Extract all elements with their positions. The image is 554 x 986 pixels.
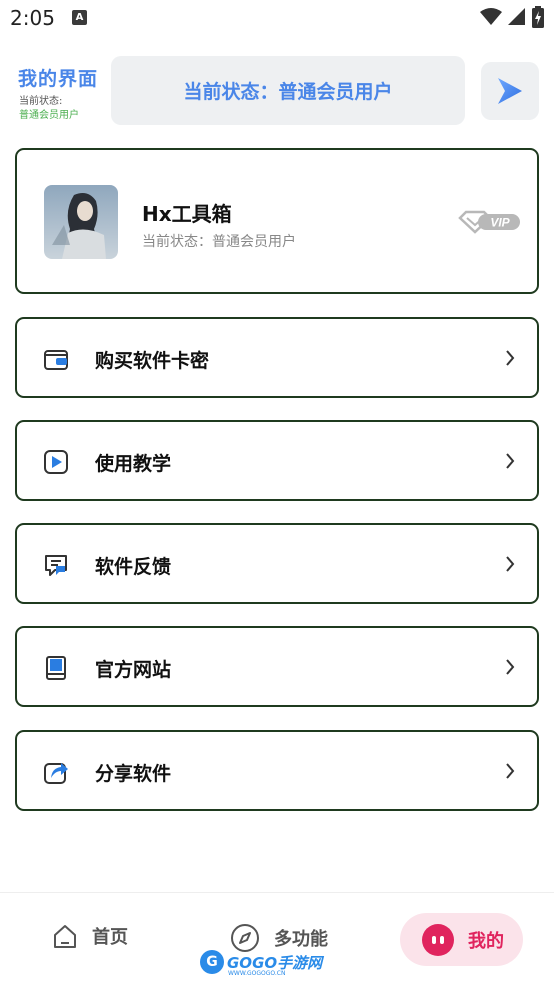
- header-status-label: 当前状态:: [19, 96, 63, 107]
- menu-item-buy-key[interactable]: 购买软件卡密: [15, 317, 539, 398]
- vip-badge: VIP: [458, 210, 522, 238]
- chevron-right-icon: [506, 763, 515, 779]
- vip-badge-text: VIP: [490, 216, 510, 230]
- header-status-value: 普通会员用户: [19, 110, 79, 121]
- status-banner: 当前状态：普通会员用户: [111, 56, 465, 125]
- chevron-right-icon: [506, 350, 515, 366]
- play-button[interactable]: [481, 62, 539, 120]
- avatar: [44, 185, 118, 259]
- menu-item-tutorial[interactable]: 使用教学: [15, 420, 539, 501]
- bottom-nav: 首页 多功能 我的 G GOGO手游网 WWW.GOGOGO.CN: [0, 893, 554, 986]
- play-icon: [498, 78, 522, 104]
- system-icons: [480, 6, 544, 28]
- menu-item-label: 分享软件: [95, 763, 172, 785]
- notification-icon: A: [72, 10, 87, 25]
- watermark-logo: G GOGO手游网 WWW.GOGOGO.CN: [200, 950, 322, 977]
- menu-item-label: 官方网站: [95, 659, 172, 681]
- chevron-right-icon: [506, 659, 515, 675]
- message-icon: [45, 555, 67, 576]
- share-icon: [44, 763, 68, 784]
- menu-item-share[interactable]: 分享软件: [15, 730, 539, 811]
- status-bar: 2:05 A: [0, 0, 554, 38]
- nav-mine-label: 我的: [468, 930, 504, 952]
- wallet-icon: [44, 350, 68, 370]
- mine-icon: [422, 923, 454, 956]
- nav-mine[interactable]: 我的: [400, 913, 523, 966]
- vip-diamond-icon: VIP: [458, 210, 520, 234]
- nav-multifunction[interactable]: 多功能: [230, 923, 328, 953]
- menu-item-feedback[interactable]: 软件反馈: [15, 523, 539, 604]
- menu-item-label: 软件反馈: [95, 556, 172, 578]
- battery-icon: [532, 6, 544, 28]
- profile-status: 当前状态：普通会员用户: [142, 234, 296, 250]
- status-time: 2:05: [10, 6, 55, 30]
- book-icon: [46, 656, 66, 680]
- page-title: 我的界面: [18, 68, 99, 90]
- nav-home-label: 首页: [92, 927, 128, 948]
- video-play-icon: [44, 450, 68, 474]
- chevron-right-icon: [506, 453, 515, 469]
- watermark-url: WWW.GOGOGO.CN: [228, 970, 286, 977]
- menu-item-label: 使用教学: [95, 453, 172, 475]
- compass-icon: [231, 924, 259, 952]
- profile-card[interactable]: Hx工具箱 当前状态：普通会员用户 VIP: [15, 148, 539, 294]
- nav-home[interactable]: 首页: [52, 923, 128, 949]
- signal-icon: [508, 8, 525, 25]
- nav-multi-label: 多功能: [274, 929, 328, 950]
- menu-item-website[interactable]: 官方网站: [15, 626, 539, 707]
- home-icon: [54, 925, 76, 948]
- chevron-right-icon: [506, 556, 515, 572]
- wifi-icon: [480, 8, 502, 25]
- app-header: 我的界面 当前状态: 普通会员用户 当前状态：普通会员用户: [0, 38, 554, 148]
- profile-name: Hx工具箱: [142, 202, 232, 226]
- notification-glyph: A: [75, 12, 84, 23]
- menu-item-label: 购买软件卡密: [95, 350, 210, 372]
- watermark-circle: G: [200, 950, 224, 974]
